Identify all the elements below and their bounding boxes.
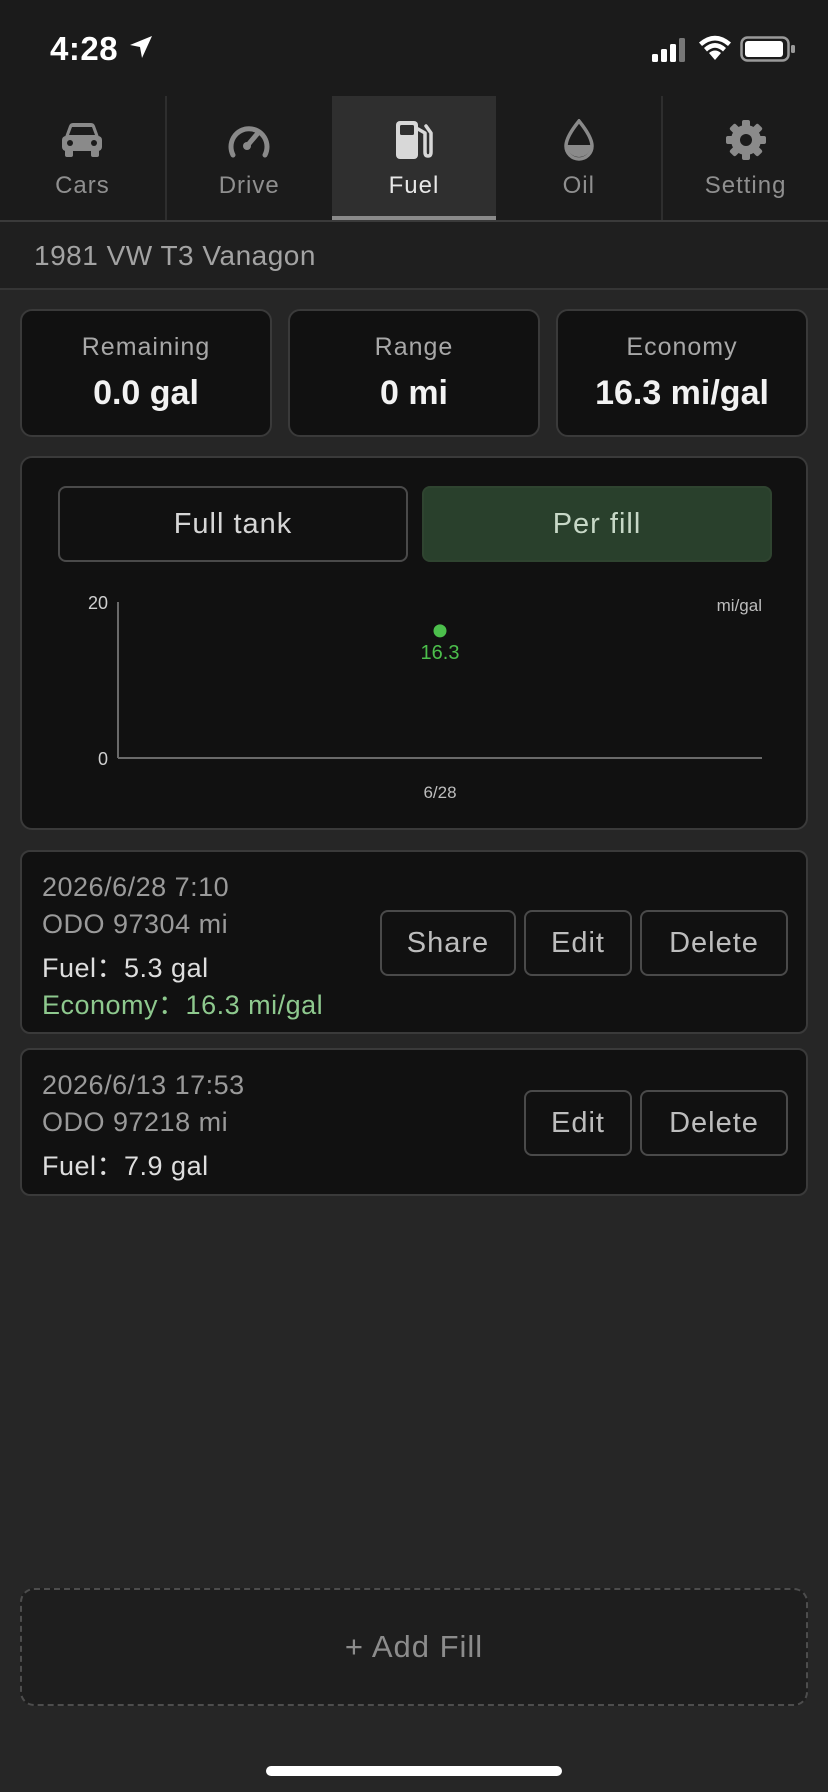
stat-value: 0 mi (379, 374, 449, 412)
tab-bar: Cars Drive Fuel Oil Setting (0, 96, 828, 222)
stat-card-range: Range 0 mi (288, 309, 540, 437)
share-button[interactable]: Share (380, 910, 516, 976)
stat-label: Economy (626, 333, 738, 361)
chart-unit-label: mi/gal (717, 596, 762, 615)
edit-button[interactable]: Edit (524, 910, 632, 976)
status-bar: 4:28 (0, 0, 828, 96)
oil-drop-icon (564, 119, 594, 161)
battery-icon (740, 36, 795, 62)
gear-icon (725, 120, 766, 160)
y-tick-label-max: 20 (88, 593, 108, 613)
stat-value: 0.0 gal (93, 374, 199, 412)
entry-fuel: Fuel：5.3 gal (42, 953, 209, 983)
entry-odometer: ODO 97304 mi (42, 909, 229, 939)
edit-button[interactable]: Edit (524, 1090, 632, 1156)
entry-odometer: ODO 97218 mi (42, 1107, 229, 1137)
fill-entry: 2026/6/28 7:10 ODO 97304 mi Fuel：5.3 gal… (20, 850, 808, 1034)
fill-entry: 2026/6/13 17:53 ODO 97218 mi Fuel：7.9 ga… (20, 1048, 808, 1196)
y-tick-label-min: 0 (98, 749, 108, 769)
speedometer-icon (228, 126, 270, 158)
car-icon (62, 123, 103, 157)
tab-fuel[interactable]: Fuel (331, 96, 497, 220)
entry-fuel: Fuel：7.9 gal (42, 1151, 209, 1181)
stat-label: Remaining (81, 333, 211, 361)
data-label: 16.3 (421, 642, 460, 664)
data-point (433, 624, 447, 638)
tab-label: Drive (218, 172, 280, 199)
home-indicator (266, 1766, 562, 1776)
active-tab-indicator (331, 216, 497, 220)
cellular-signal-icon (652, 38, 685, 62)
stat-label: Range (374, 333, 454, 361)
entry-date: 2026/6/13 17:53 (42, 1070, 245, 1100)
x-tick-label: 6/28 (423, 783, 456, 802)
status-time: 4:28 (50, 30, 119, 67)
stat-value: 16.3 mi/gal (595, 374, 769, 412)
tab-oil[interactable]: Oil (496, 96, 661, 220)
entry-date: 2026/6/28 7:10 (42, 872, 230, 902)
tab-cars[interactable]: Cars (0, 96, 165, 220)
tab-label: Fuel (388, 172, 440, 199)
stat-card-remaining: Remaining 0.0 gal (20, 309, 272, 437)
tab-label: Oil (562, 172, 595, 199)
tab-setting[interactable]: Setting (661, 96, 828, 220)
delete-button[interactable]: Delete (640, 1090, 788, 1156)
fuel-pump-icon (395, 121, 433, 159)
economy-chart: mi/gal 20 0 6/28 16.3 (88, 593, 762, 802)
economy-chart-card: Full tank Per fill mi/gal 20 0 6/28 16.3 (20, 456, 808, 830)
tab-label: Cars (55, 172, 110, 199)
delete-button[interactable]: Delete (640, 910, 788, 976)
add-fill-button[interactable]: + Add Fill (20, 1588, 808, 1706)
entry-economy: Economy：16.3 mi/gal (42, 990, 324, 1020)
stat-card-economy: Economy 16.3 mi/gal (556, 309, 808, 437)
car-name: 1981 VW T3 Vanagon (34, 240, 316, 271)
tab-drive[interactable]: Drive (164, 96, 332, 220)
tab-label: Setting (704, 172, 787, 199)
wifi-icon (699, 35, 731, 60)
car-selector[interactable]: 1981 VW T3 Vanagon (0, 222, 828, 290)
location-arrow-icon (130, 36, 152, 58)
